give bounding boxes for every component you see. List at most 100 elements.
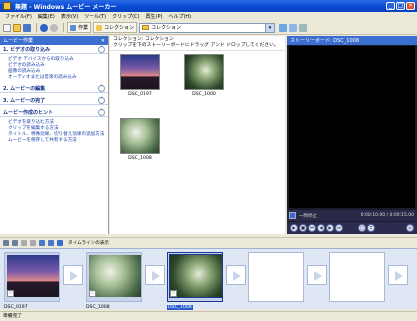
task-section-title[interactable]: ムービー作成のヒント ˄ [0, 108, 108, 117]
transition-slot[interactable] [307, 265, 327, 285]
storyboard: ☆ DSC_0197 ☆ DSC_1008 ☆ DSC_1008 [0, 248, 417, 310]
collection-header: コレクション: コレクション クリップを下のストーリーボードにドラッグ アンド … [110, 36, 285, 51]
playback-controls: ▶ ■ ⏮ ◀ ▶ ⏭ □ ⌶ ◎ [287, 222, 417, 234]
stop-icon[interactable]: ■ [299, 224, 307, 232]
menu-help[interactable]: ヘルプ(H) [168, 13, 191, 20]
collection-item[interactable]: DSC_1008 [120, 118, 160, 161]
tasks-button[interactable]: 作業 [67, 22, 92, 33]
minimize-button[interactable]: _ [386, 2, 395, 10]
playback-time: 0:00:10.00 / 0:00:15.00 [360, 213, 414, 218]
rewind-storyboard-icon[interactable] [39, 239, 45, 246]
chevron-down-icon[interactable]: ˅ [98, 96, 105, 104]
task-section-finish: 3. ムービーの完了 ˅ [0, 96, 108, 105]
maximize-button[interactable]: □ [396, 2, 405, 10]
up-folder-icon[interactable] [279, 23, 288, 32]
storyboard-empty-slot[interactable] [248, 252, 304, 302]
clip-label: DSC_1000 [192, 92, 216, 97]
clip-thumbnail [120, 54, 160, 90]
chevron-up-icon[interactable]: ˄ [98, 108, 105, 116]
chevron-up-icon[interactable]: ˄ [98, 45, 105, 53]
video-effect-star-icon[interactable]: ☆ [170, 290, 177, 297]
clip-label: DSC_0197 [128, 92, 152, 97]
open-folder-icon[interactable] [13, 23, 21, 32]
next-frame-icon[interactable]: ⏭ [335, 224, 343, 232]
clip-thumbnail [89, 255, 141, 297]
menu-edit[interactable]: 編集(E) [38, 13, 55, 20]
task-section-title[interactable]: 3. ムービーの完了 ˅ [0, 96, 108, 105]
forward-icon[interactable]: ▶ [326, 224, 334, 232]
views-icon[interactable] [299, 23, 308, 32]
task-section-title-text: 2. ムービーの編集 [3, 85, 46, 92]
storyboard-clip[interactable]: ☆ [86, 252, 142, 302]
menu-tools[interactable]: ツール(T) [84, 13, 106, 20]
collections-button[interactable]: コレクション [93, 22, 138, 33]
narrate-icon[interactable] [12, 239, 18, 246]
new-collection-icon[interactable] [289, 23, 298, 32]
task-section-title-text: 1. ビデオの取り込み [3, 46, 51, 53]
menu-clip[interactable]: クリップ(C) [112, 13, 139, 20]
transition-slot[interactable] [226, 265, 246, 285]
collection-select[interactable]: コレクション ▾ [139, 22, 276, 33]
pause-icon [289, 212, 296, 219]
close-icon[interactable]: × [101, 38, 105, 44]
clip-thumbnail [184, 54, 224, 90]
audio-levels-icon[interactable] [3, 239, 9, 246]
transition-arrow-icon [70, 271, 78, 281]
chevron-down-icon[interactable]: ▾ [265, 23, 275, 32]
chevron-down-icon[interactable]: ˅ [98, 84, 105, 92]
close-button[interactable]: × [406, 2, 415, 10]
collections-icon [96, 24, 103, 31]
window-title: 無題 - Windows ムービー メーカー [15, 3, 117, 11]
task-link[interactable]: ムービーを保存して共有する方法 [0, 138, 108, 144]
collection-item[interactable]: DSC_1000 [184, 54, 224, 97]
seek-bar[interactable]: 一時停止 0:00:10.00 / 0:00:15.00 [287, 210, 417, 221]
window-controls: _ □ × [386, 2, 415, 10]
storyboard-toolbar: タイムラインの表示 [0, 237, 417, 247]
clip-thumbnail [169, 254, 223, 298]
snapshot-icon[interactable]: ◎ [406, 224, 414, 232]
undo-icon[interactable] [40, 23, 48, 32]
task-section-title[interactable]: 1. ビデオの取り込み ˄ [0, 45, 108, 54]
menu-bar: ファイル(F) 編集(E) 表示(V) ツール(T) クリップ(C) 再生(P)… [0, 12, 417, 21]
storyboard-clip[interactable]: ☆ [4, 252, 60, 302]
zoom-in-icon[interactable] [21, 239, 27, 246]
transition-slot[interactable] [63, 265, 83, 285]
play-icon[interactable]: ▶ [290, 224, 298, 232]
new-project-icon[interactable] [3, 23, 11, 32]
fullscreen-icon[interactable]: □ [358, 224, 366, 232]
transition-arrow-icon [395, 271, 403, 281]
timeline-icon[interactable] [57, 239, 63, 246]
transition-arrow-icon [233, 271, 241, 281]
menu-file[interactable]: ファイル(F) [5, 13, 32, 20]
transition-arrow-icon [314, 271, 322, 281]
show-timeline-button[interactable]: タイムラインの表示 [68, 240, 109, 246]
menu-view[interactable]: 表示(V) [61, 13, 78, 20]
play-storyboard-icon[interactable] [48, 239, 54, 246]
task-section-title[interactable]: 2. ムービーの編集 ˅ [0, 84, 108, 93]
save-icon[interactable] [23, 23, 31, 32]
zoom-out-icon[interactable] [30, 239, 36, 246]
transition-arrow-icon [152, 271, 160, 281]
transition-slot[interactable] [388, 265, 408, 285]
toolbar-separator [63, 23, 64, 32]
storyboard-clip-selected[interactable]: ☆ [167, 252, 223, 302]
task-pane: ムービー作業 × 1. ビデオの取り込み ˄ ビデオ デバイスからの取り込み ビ… [0, 36, 109, 234]
storyboard-empty-slot[interactable] [329, 252, 385, 302]
split-clip-icon[interactable]: ⌶ [367, 224, 375, 232]
redo-icon[interactable] [50, 23, 58, 32]
rewind-icon[interactable]: ◀ [317, 224, 325, 232]
task-pane-header: ムービー作業 × [0, 36, 108, 45]
menu-play[interactable]: 再生(P) [146, 13, 163, 20]
video-effect-star-icon[interactable]: ☆ [7, 290, 14, 297]
clip-label: DSC_1008 [128, 156, 152, 161]
clip-thumbnail [7, 255, 59, 297]
collection-select-value: コレクション [151, 25, 182, 31]
collection-item[interactable]: DSC_0197 [120, 54, 160, 97]
clip-label: DSC_0197 [4, 305, 28, 310]
task-section-capture: 1. ビデオの取り込み ˄ ビデオ デバイスからの取り込み ビデオの読み込み 画… [0, 45, 108, 84]
previous-frame-icon[interactable]: ⏮ [308, 224, 316, 232]
transition-slot[interactable] [145, 265, 165, 285]
clip-label: DSC_1008 [86, 305, 110, 310]
task-section-edit: 2. ムービーの編集 ˅ [0, 84, 108, 93]
video-effect-star-icon[interactable]: ☆ [89, 290, 96, 297]
